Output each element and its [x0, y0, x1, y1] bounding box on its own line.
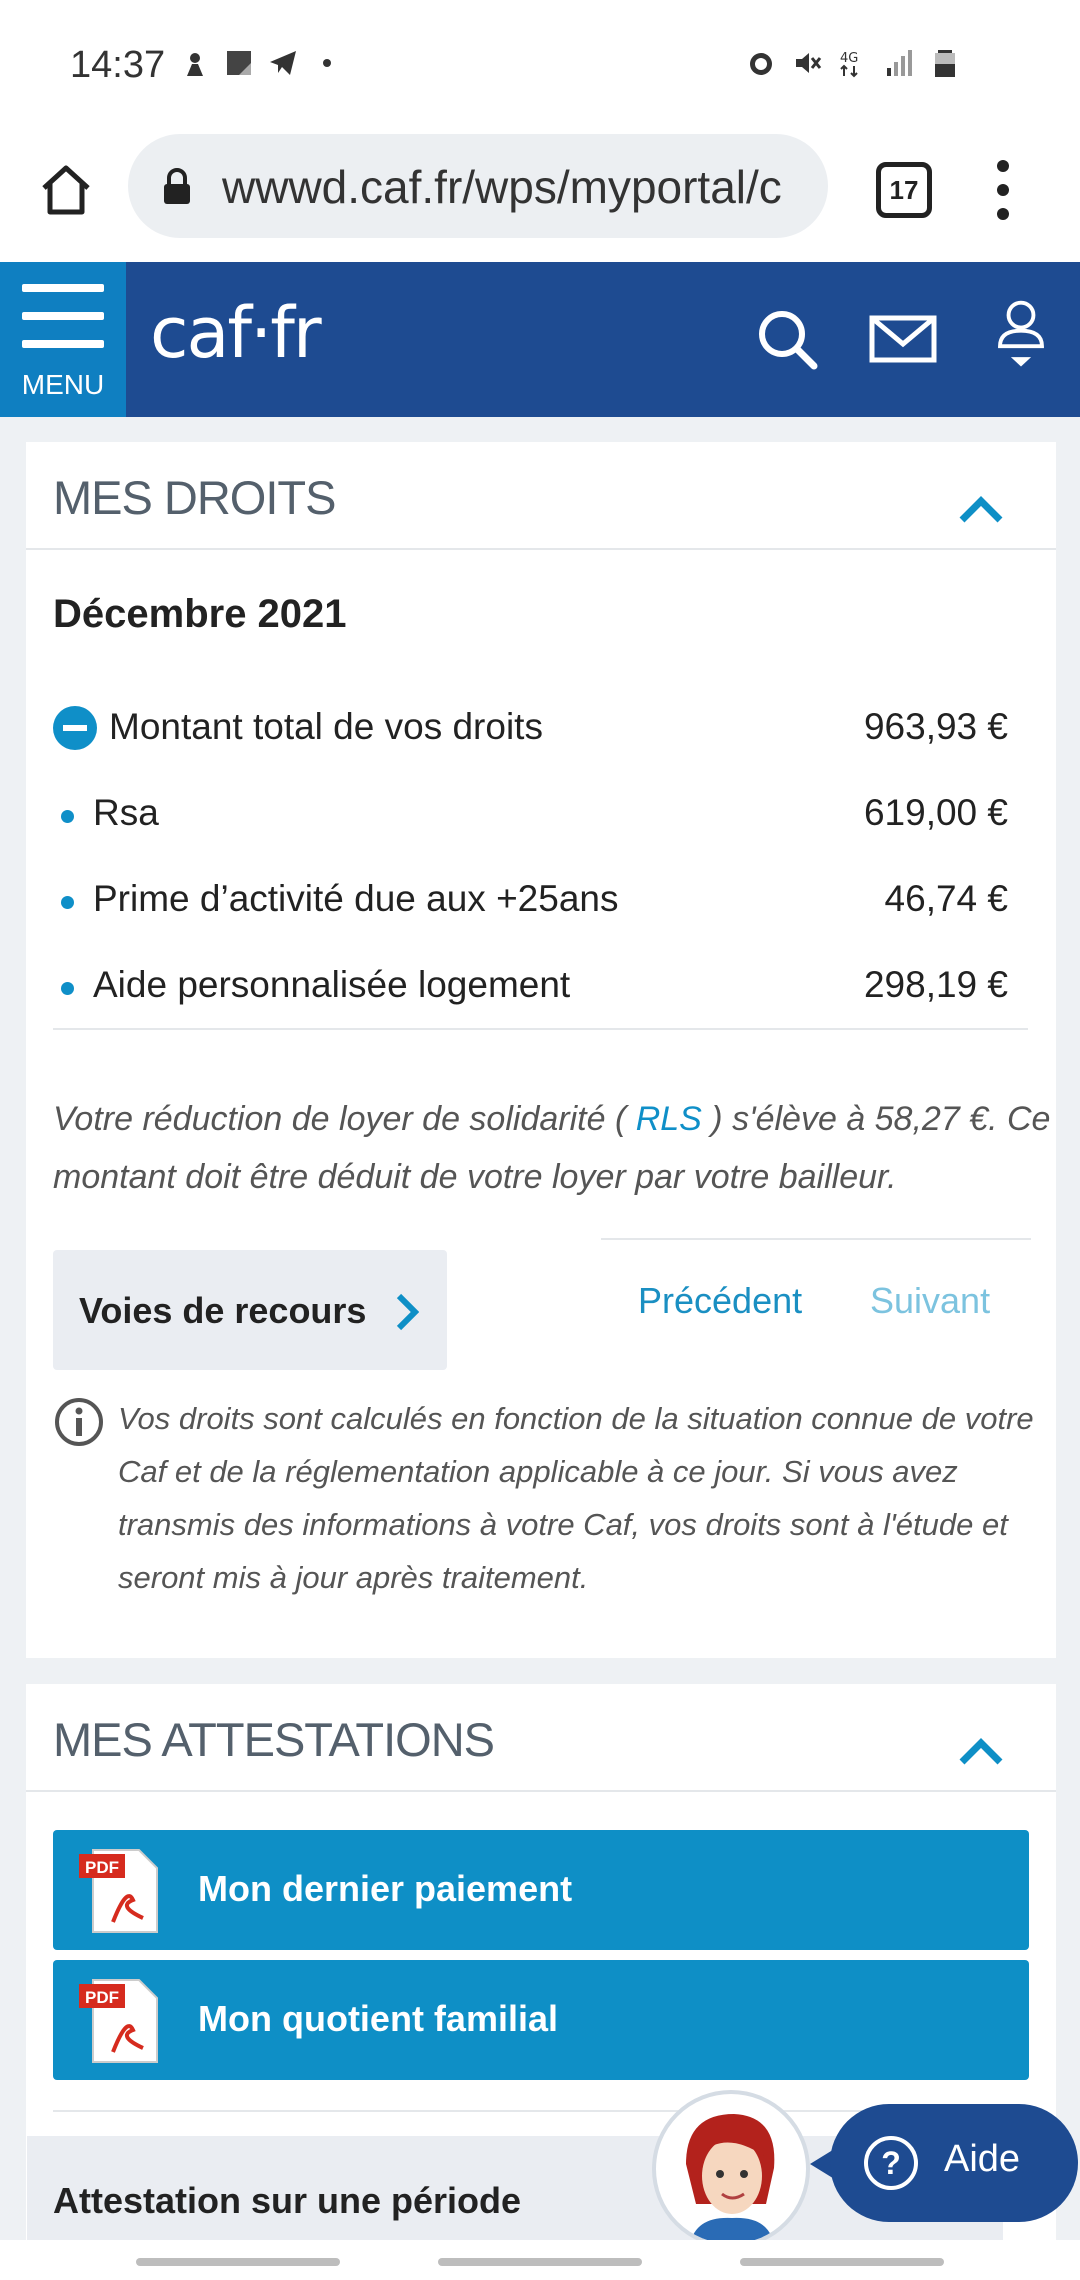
month-heading: Décembre 2021	[53, 592, 347, 636]
mute-icon	[796, 53, 822, 73]
mascot-icon	[187, 53, 203, 76]
system-nav-bar	[0, 2240, 1080, 2280]
chevron-up-icon[interactable]	[958, 1736, 1004, 1766]
previous-link[interactable]: Précédent	[638, 1280, 802, 1322]
dot-icon	[323, 59, 331, 67]
more-options-icon[interactable]	[996, 158, 1010, 222]
item-value: 298,19 €	[863, 964, 1008, 1005]
rls-notice: Votre réduction de loyer de solidarité (…	[53, 1090, 1053, 1206]
list-item: Prime d’activité due aux +25ans 46,74 €	[53, 870, 1028, 930]
bullet-icon	[61, 982, 74, 995]
quotient-familial-button[interactable]: PDF Mon quotient familial	[53, 1960, 1029, 2080]
dernier-paiement-button[interactable]: PDF Mon dernier paiement	[53, 1830, 1029, 1950]
lock-icon	[164, 168, 190, 204]
caf-logo[interactable]: caf·fr	[150, 292, 322, 374]
next-link[interactable]: Suivant	[870, 1280, 990, 1322]
pdf-icon: PDF	[79, 1849, 158, 1933]
droits-card: MES DROITS Décembre 2021 Montant total d…	[26, 442, 1056, 1658]
info-text: Vos droits sont calculés en fonction de …	[118, 1401, 1034, 1595]
list-item: Aide personnalisée logement 298,19 €	[53, 956, 1028, 1016]
status-bar: 14:37 4G	[0, 0, 1080, 130]
user-icon[interactable]	[986, 298, 1056, 368]
tab-switcher-button[interactable]: 17	[876, 162, 932, 218]
chevron-up-icon[interactable]	[958, 494, 1004, 524]
status-time: 14:37	[70, 44, 166, 86]
alarm-icon	[750, 53, 772, 75]
menu-button[interactable]: MENU	[0, 262, 126, 417]
svg-text:4G: 4G	[840, 51, 858, 66]
url-bar[interactable]: wwwd.caf.fr/wps/myportal/c	[128, 134, 828, 238]
menu-label: MENU	[21, 369, 105, 400]
pdf-icon: PDF	[79, 1979, 158, 2063]
droits-title: MES DROITS	[53, 471, 336, 524]
voies-de-recours-button[interactable]: Voies de recours	[53, 1250, 447, 1370]
aide-label: Aide	[944, 2138, 1021, 2180]
voies-label: Voies de recours	[79, 1290, 367, 1331]
url-text[interactable]: wwwd.caf.fr/wps/myportal/c	[222, 160, 812, 214]
nav-recents[interactable]	[136, 2258, 340, 2266]
attestation-periode-label: Attestation sur une période	[53, 2180, 522, 2221]
notes-icon	[227, 51, 251, 75]
chevron-right-icon	[396, 1293, 419, 1331]
hamburger-icon	[22, 284, 104, 368]
collapse-minus-icon[interactable]	[53, 706, 97, 750]
nav-back[interactable]	[740, 2258, 944, 2266]
bullet-icon	[61, 896, 74, 909]
list-item: Rsa 619,00 €	[53, 784, 1028, 844]
nav-home[interactable]	[438, 2258, 642, 2266]
telegram-icon	[270, 51, 296, 75]
search-icon[interactable]	[752, 304, 822, 374]
signal-icon	[887, 50, 912, 76]
info-icon	[55, 1398, 103, 1446]
rls-text-before: Votre réduction de loyer de solidarité (	[53, 1100, 636, 1138]
item-label: Aide personnalisée logement	[93, 964, 571, 1005]
quotient-familial-label: Mon quotient familial	[198, 1998, 558, 2039]
help-icon: ?	[864, 2136, 918, 2190]
attestations-title: MES ATTESTATIONS	[53, 1713, 495, 1766]
aide-button[interactable]: ? Aide	[830, 2104, 1078, 2222]
4g-icon: 4G	[840, 51, 858, 78]
battery-icon	[935, 50, 955, 77]
assistant-face-icon	[686, 2114, 775, 2244]
browser-toolbar: wwwd.caf.fr/wps/myportal/c 17	[0, 130, 1080, 264]
total-row[interactable]: Montant total de vos droits 963,93 €	[53, 698, 1028, 758]
rls-link[interactable]: RLS	[636, 1100, 702, 1138]
total-label: Montant total de vos droits	[109, 706, 543, 747]
bullet-icon	[61, 810, 74, 823]
home-icon[interactable]	[36, 160, 96, 220]
dernier-paiement-label: Mon dernier paiement	[198, 1868, 573, 1909]
total-value: 963,93 €	[863, 706, 1008, 747]
mail-icon[interactable]	[868, 304, 938, 374]
item-label: Prime d’activité due aux +25ans	[93, 878, 619, 919]
item-label: Rsa	[93, 792, 159, 833]
svg-text:PDF: PDF	[85, 1988, 119, 2007]
svg-text:PDF: PDF	[85, 1858, 119, 1877]
item-value: 46,74 €	[884, 878, 1008, 919]
assistant-avatar[interactable]	[652, 2090, 810, 2248]
item-value: 619,00 €	[863, 792, 1008, 833]
site-header: MENU caf·fr	[0, 262, 1080, 417]
